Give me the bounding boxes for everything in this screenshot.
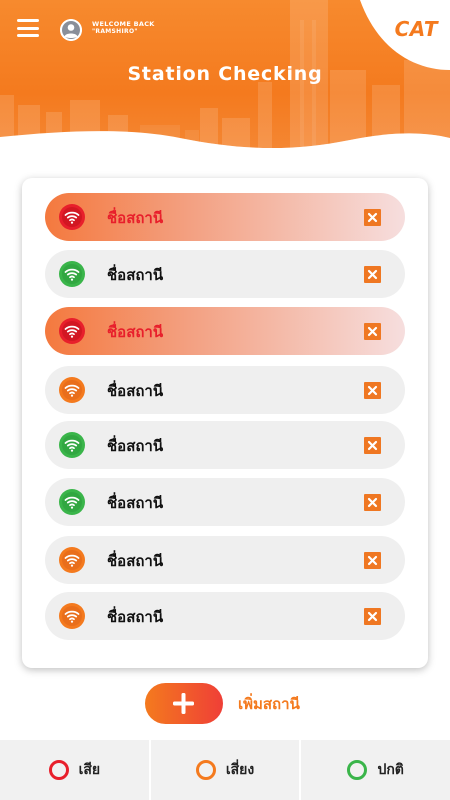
orange-ring-icon xyxy=(195,760,216,780)
logo: CAT xyxy=(360,0,450,70)
station-name: ชื่อสถานี xyxy=(107,209,164,227)
legend-item-risk: เสี่ยง xyxy=(148,740,300,800)
plus-icon xyxy=(173,693,194,714)
green-ring-icon xyxy=(347,760,368,780)
add-station-button[interactable] xyxy=(145,683,223,724)
delete-station-icon[interactable] xyxy=(364,494,381,511)
legend-label: เสีย xyxy=(78,762,101,778)
delete-station-icon[interactable] xyxy=(364,266,381,283)
station-row[interactable]: ชื่อสถานี xyxy=(45,592,405,640)
station-name: ชื่อสถานี xyxy=(107,552,164,570)
station-row[interactable]: ชื่อสถานี xyxy=(45,536,405,584)
station-row[interactable]: ชื่อสถานี xyxy=(45,193,405,241)
delete-station-icon[interactable] xyxy=(364,323,381,340)
header: WELCOME BACK "RAMSHIRO" CAT Station Chec… xyxy=(0,0,450,170)
legend-label: เสี่ยง xyxy=(225,762,255,778)
delete-station-icon[interactable] xyxy=(364,209,381,226)
status-legend: เสีย เสี่ยง ปกติ xyxy=(0,740,450,800)
station-row[interactable]: ชื่อสถานี xyxy=(45,250,405,298)
logo-text: CAT xyxy=(394,17,438,41)
legend-item-broken: เสีย xyxy=(0,740,149,800)
station-name: ชื่อสถานี xyxy=(107,382,164,400)
delete-station-icon[interactable] xyxy=(364,437,381,454)
station-list-card: ชื่อสถานี ชื่อสถานี ชื่อสถานี ชื่อสถานี ชื่อ… xyxy=(22,178,428,668)
page-title: Station Checking xyxy=(127,63,323,85)
wifi-orange-icon xyxy=(59,603,85,629)
wifi-red-icon xyxy=(59,204,85,230)
station-name: ชื่อสถานี xyxy=(107,494,164,512)
username: "RAMSHIRO" xyxy=(92,28,138,36)
wifi-green-icon xyxy=(59,489,85,515)
station-row[interactable]: ชื่อสถานี xyxy=(45,307,405,355)
delete-station-icon[interactable] xyxy=(364,608,381,625)
delete-station-icon[interactable] xyxy=(364,382,381,399)
hamburger-menu-icon[interactable] xyxy=(17,19,39,37)
station-name: ชื่อสถานี xyxy=(107,608,164,626)
station-name: ชื่อสถานี xyxy=(107,266,164,284)
welcome-text: WELCOME BACK "RAMSHIRO" xyxy=(92,20,155,36)
station-row[interactable]: ชื่อสถานี xyxy=(45,366,405,414)
delete-station-icon[interactable] xyxy=(364,552,381,569)
legend-label: ปกติ xyxy=(377,762,404,778)
add-station-label[interactable]: เพิ่มสถานี xyxy=(238,692,300,716)
wifi-green-icon xyxy=(59,432,85,458)
user-avatar-icon[interactable] xyxy=(60,19,82,41)
station-row[interactable]: ชื่อสถานี xyxy=(45,421,405,469)
wifi-orange-icon xyxy=(59,377,85,403)
station-name: ชื่อสถานี xyxy=(107,323,164,341)
wifi-orange-icon xyxy=(59,547,85,573)
red-ring-icon xyxy=(48,760,69,780)
welcome-line: WELCOME BACK xyxy=(92,20,155,28)
station-name: ชื่อสถานี xyxy=(107,437,164,455)
wifi-green-icon xyxy=(59,261,85,287)
wifi-red-icon xyxy=(59,318,85,344)
station-row[interactable]: ชื่อสถานี xyxy=(45,478,405,526)
legend-item-normal: ปกติ xyxy=(299,740,450,800)
